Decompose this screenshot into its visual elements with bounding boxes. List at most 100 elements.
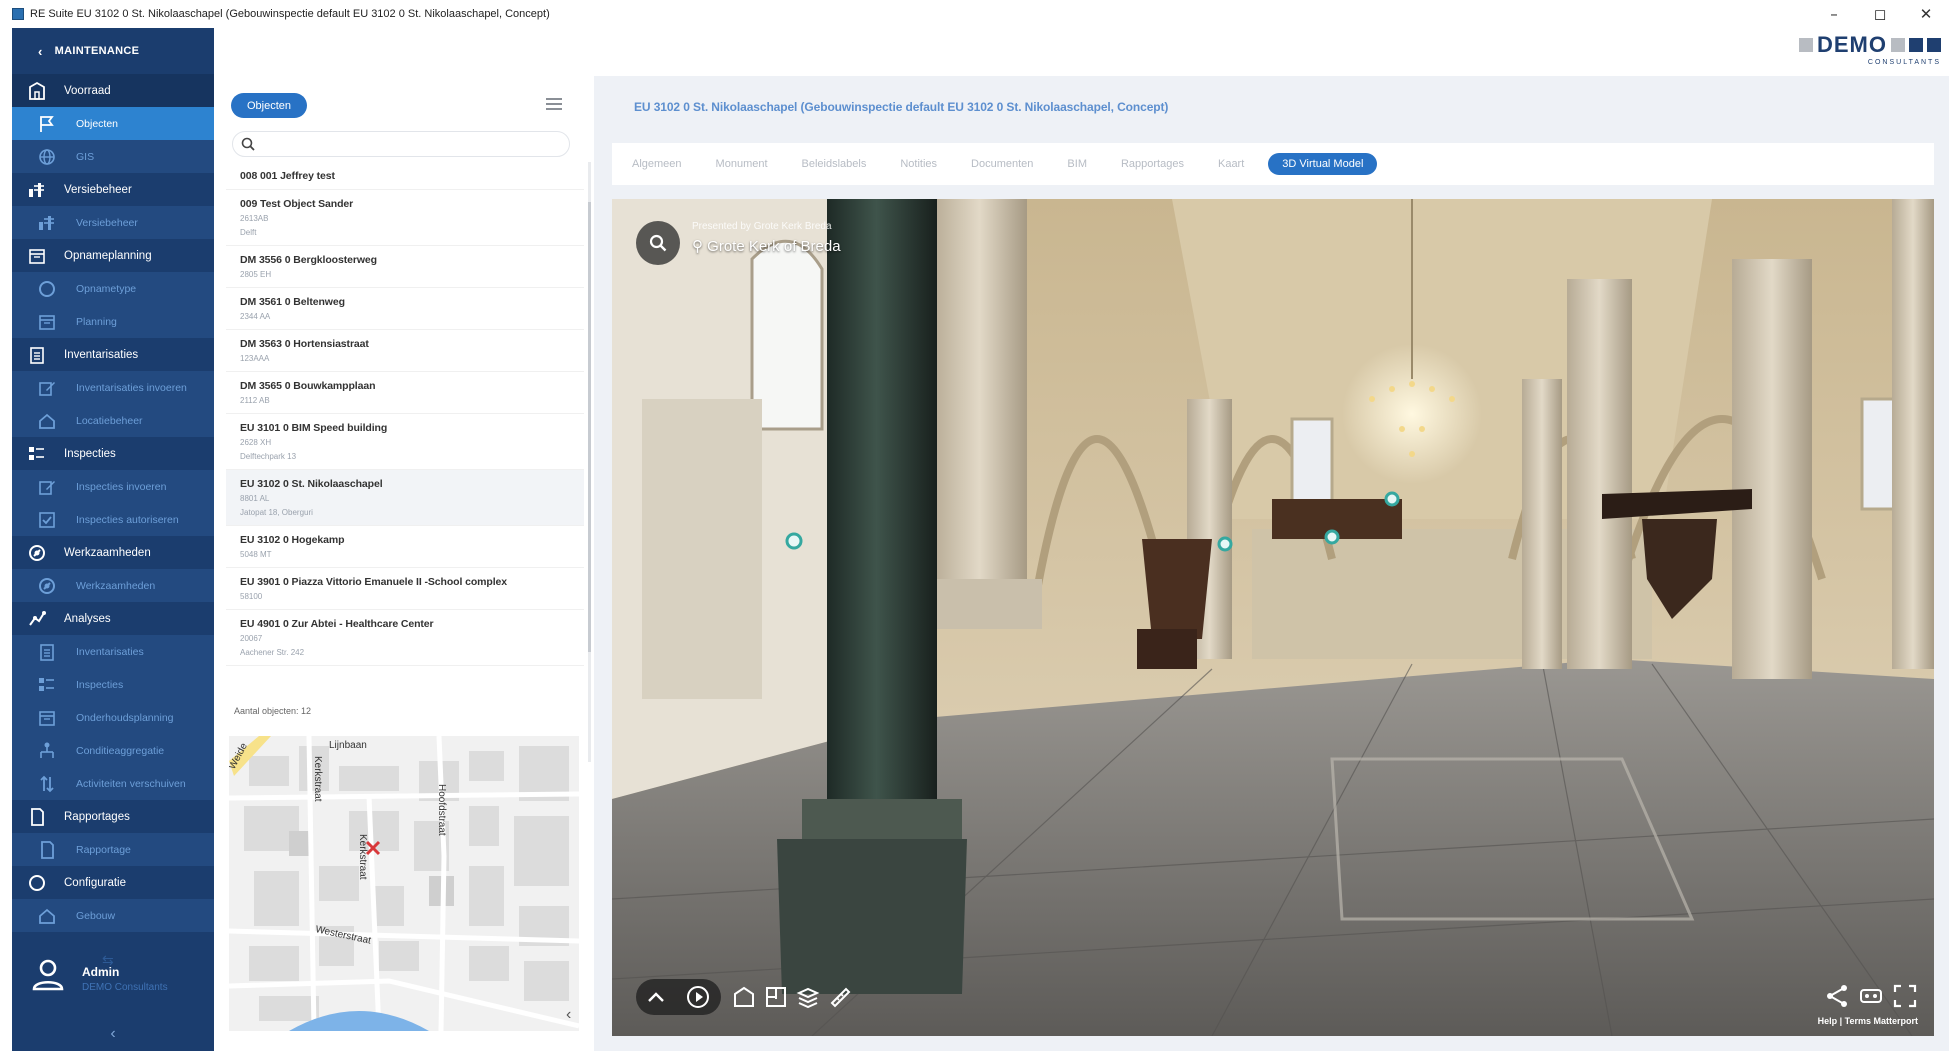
viewer-search-button[interactable] bbox=[636, 221, 680, 265]
tab-algemeen[interactable]: Algemeen bbox=[632, 158, 682, 170]
sidebar-item-conditieaggregatie[interactable]: Conditieaggregatie bbox=[12, 734, 214, 767]
object-list-item[interactable]: EU 3901 0 Piazza Vittorio Emanuele II -S… bbox=[226, 568, 584, 610]
share-icon[interactable] bbox=[1824, 983, 1850, 1009]
sidebar-header[interactable]: ‹ MAINTENANCE bbox=[12, 28, 214, 74]
viewer-footer[interactable]: Help | Terms Matterport bbox=[1818, 1016, 1918, 1026]
logo-subtitle: CONSULTANTS bbox=[1867, 59, 1941, 66]
collapse-panel-button[interactable]: ‹ bbox=[566, 1006, 571, 1024]
window-controls: – ◻ ✕ bbox=[1811, 0, 1949, 28]
sidebar-item-gis[interactable]: GIS bbox=[12, 140, 214, 173]
object-title: EU 3901 0 Piazza Vittorio Emanuele II -S… bbox=[240, 576, 508, 588]
objects-tab-button[interactable]: Objecten bbox=[231, 93, 308, 118]
version-icon bbox=[39, 215, 54, 230]
sidebar-item-locatiebeheer[interactable]: Locatiebeheer bbox=[12, 404, 214, 437]
object-list-item[interactable]: EU 3102 0 St. Nikolaaschapel 8801 AL Jatop… bbox=[226, 470, 584, 526]
tab-kaart[interactable]: Kaart bbox=[1218, 158, 1244, 170]
sidebar-item-label: Inventarisaties bbox=[64, 348, 139, 361]
object-search-box[interactable] bbox=[232, 131, 570, 157]
sidebar-item-analyses[interactable]: Analyses bbox=[12, 602, 214, 635]
sidebar-item-objecten[interactable]: Objecten bbox=[12, 107, 214, 140]
scrollbar-thumb[interactable] bbox=[588, 202, 591, 652]
sidebar-item-label: Inventarisaties bbox=[76, 645, 144, 658]
sidebar-item-configuratie[interactable]: Configuratie bbox=[12, 866, 214, 899]
sidebar-item-werkzaamheden[interactable]: Werkzaamheden bbox=[12, 569, 214, 602]
object-title: EU 3102 0 Hogekamp bbox=[240, 534, 345, 546]
virtual-tour-viewer[interactable]: Presented by Grote Kerk Breda ⚲ Grote Ke… bbox=[612, 199, 1934, 1036]
object-list-item[interactable]: DM 3563 0 Hortensiastraat 123AAA bbox=[226, 330, 584, 372]
logo-text: DEMO bbox=[1817, 32, 1887, 57]
dollhouse-icon[interactable] bbox=[732, 985, 756, 1009]
sidebar-item-label: Inspecties bbox=[76, 678, 124, 691]
object-title: DM 3563 0 Hortensiastraat bbox=[240, 338, 369, 350]
object-list-item[interactable]: EU 4901 0 Zur Abtei - Healthcare Center 2… bbox=[226, 610, 584, 666]
list-view-icon[interactable] bbox=[546, 98, 562, 110]
object-title: EU 3102 0 St. Nikolaaschapel bbox=[240, 478, 383, 490]
tab-documenten[interactable]: Documenten bbox=[971, 158, 1033, 170]
search-icon bbox=[241, 137, 255, 151]
sidebar-item-voorraad[interactable]: Voorraad bbox=[12, 74, 214, 107]
place-name: ⚲ Grote Kerk of Breda bbox=[692, 237, 841, 255]
sidebar-item-onderhoudsplanning[interactable]: Onderhoudsplanning bbox=[12, 701, 214, 734]
user-icon bbox=[32, 959, 64, 991]
sidebar-item-label: Configuratie bbox=[64, 876, 127, 889]
object-list-item[interactable]: DM 3556 0 Bergkloosterweg 2805 EH bbox=[226, 246, 584, 288]
object-list-item[interactable]: 009 Test Object Sander 2613AB Delft bbox=[226, 190, 584, 246]
sidebar-item-inspecties[interactable]: Inspecties bbox=[12, 437, 214, 470]
object-list-item[interactable]: DM 3565 0 Bouwkampplaan 2112 AB bbox=[226, 372, 584, 414]
tab-3d-virtual-model[interactable]: 3D Virtual Model bbox=[1268, 153, 1378, 175]
sidebar-item-opnametype[interactable]: Opnametype bbox=[12, 272, 214, 305]
sidebar-item-rapportage[interactable]: Rapportage bbox=[12, 833, 214, 866]
measure-icon[interactable] bbox=[828, 985, 852, 1009]
object-title: DM 3561 0 Beltenweg bbox=[240, 296, 345, 308]
object-subtitle: 5048 MT bbox=[240, 550, 272, 559]
sidebar-item-werkzaamheden[interactable]: Werkzaamheden bbox=[12, 536, 214, 569]
close-button[interactable]: ✕ bbox=[1903, 0, 1949, 28]
sidebar-item-opnameplanning[interactable]: Opnameplanning bbox=[12, 239, 214, 272]
search-input[interactable] bbox=[261, 138, 561, 150]
sidebar-item-inspecties[interactable]: Inspecties bbox=[12, 668, 214, 701]
map-street-label: Lijnbaan bbox=[329, 740, 367, 751]
sidebar-item-inspecties-invoeren[interactable]: Inspecties invoeren bbox=[12, 470, 214, 503]
sidebar-item-versiebeheer[interactable]: Versiebeheer bbox=[12, 206, 214, 239]
location-map[interactable]: Lijnbaan Kerkstraat Hoofdstraat Kerkstra… bbox=[229, 736, 579, 1031]
tab-rapportages[interactable]: Rapportages bbox=[1121, 158, 1184, 170]
collapse-sidebar-button[interactable]: ‹ bbox=[12, 1025, 214, 1043]
sidebar-item-activiteiten-verschuiven[interactable]: Activiteiten verschuiven bbox=[12, 767, 214, 800]
object-list-scrollbar[interactable] bbox=[588, 162, 591, 762]
sidebar-item-inspecties-autoriseren[interactable]: Inspecties autoriseren bbox=[12, 503, 214, 536]
maximize-button[interactable]: ◻ bbox=[1857, 0, 1903, 28]
tab-bim[interactable]: BIM bbox=[1067, 158, 1087, 170]
object-title: 008 001 Jeffrey test bbox=[240, 170, 335, 182]
object-title: 009 Test Object Sander bbox=[240, 198, 354, 210]
sidebar-item-gebouw[interactable]: Gebouw bbox=[12, 899, 214, 932]
sidebar-item-inventarisaties-invoeren[interactable]: Inventarisaties invoeren bbox=[12, 371, 214, 404]
sidebar-item-versiebeheer[interactable]: Versiebeheer bbox=[12, 173, 214, 206]
object-list-item[interactable]: DM 3561 0 Beltenweg 2344 AA bbox=[226, 288, 584, 330]
object-subtitle: 8801 AL bbox=[240, 494, 270, 503]
sidebar-item-inventarisaties[interactable]: Inventarisaties bbox=[12, 338, 214, 371]
sidebar-item-planning[interactable]: Planning bbox=[12, 305, 214, 338]
user-profile[interactable]: Admin DEMO Consultants bbox=[30, 957, 168, 993]
home-icon bbox=[39, 413, 55, 429]
sidebar-item-inventarisaties[interactable]: Inventarisaties bbox=[12, 635, 214, 668]
chevron-up-icon[interactable] bbox=[647, 990, 665, 1004]
sidebar-item-label: Inventarisaties invoeren bbox=[76, 381, 187, 394]
object-list-item[interactable]: EU 3101 0 BIM Speed building 2628 XH Delft… bbox=[226, 414, 584, 470]
tab-monument[interactable]: Monument bbox=[716, 158, 768, 170]
floorplan-icon[interactable] bbox=[764, 985, 788, 1009]
floors-icon[interactable] bbox=[796, 985, 820, 1009]
object-list-item[interactable]: 008 001 Jeffrey test bbox=[226, 162, 584, 190]
tab-notities[interactable]: Notities bbox=[900, 158, 937, 170]
vr-icon[interactable] bbox=[1858, 983, 1884, 1009]
sidebar-item-rapportages[interactable]: Rapportages bbox=[12, 800, 214, 833]
play-icon[interactable] bbox=[686, 985, 710, 1009]
location-pin-icon: ⚲ bbox=[692, 238, 708, 255]
fullscreen-icon[interactable] bbox=[1892, 983, 1918, 1009]
object-subtitle: Delft bbox=[240, 228, 257, 237]
object-list-item[interactable]: EU 3102 0 Hogekamp 5048 MT bbox=[226, 526, 584, 568]
minimize-button[interactable]: – bbox=[1811, 0, 1857, 28]
sidebar-item-label: Analyses bbox=[64, 612, 111, 625]
tab-beleidslabels[interactable]: Beleidslabels bbox=[802, 158, 867, 170]
demo-logo: DEMO CONSULTANTS bbox=[1741, 32, 1941, 72]
sidebar-item-label: Onderhoudsplanning bbox=[76, 711, 174, 724]
